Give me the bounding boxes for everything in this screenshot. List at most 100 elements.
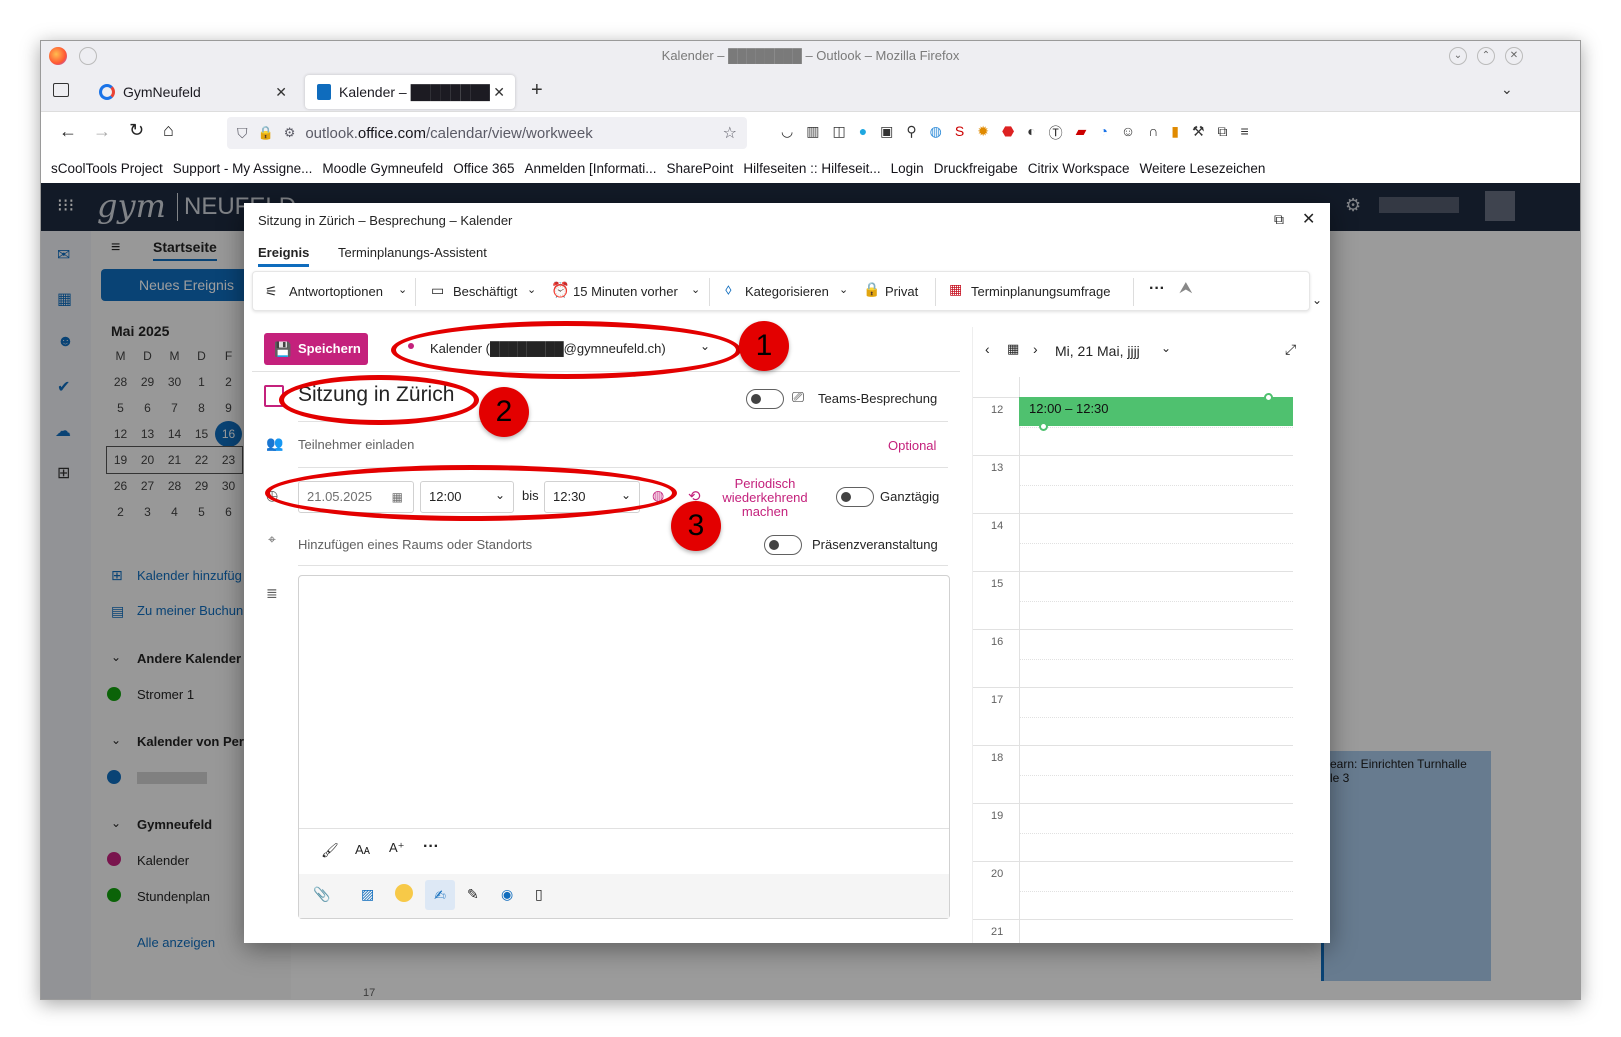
prev-day-icon[interactable]: ‹ <box>985 341 990 357</box>
bookmark-moodle[interactable]: Moodle Gymneufeld <box>322 161 443 176</box>
location-input[interactable]: Hinzufügen eines Raums oder Standorts <box>298 537 532 552</box>
sun-ext-icon[interactable]: ✹ <box>977 123 989 143</box>
extensions-icon[interactable]: ⧉ <box>1218 123 1228 143</box>
loop-icon[interactable]: ◉ <box>501 886 513 903</box>
bookmark-anmelden[interactable]: Anmelden [Informati... <box>524 161 656 176</box>
home-icon[interactable]: ⌂ <box>163 120 174 141</box>
badge-ext-icon[interactable]: ▮ <box>1171 123 1179 143</box>
s-ext-icon[interactable]: S <box>955 123 964 143</box>
window-menu-icon[interactable] <box>79 47 97 65</box>
private-button[interactable]: Privat <box>885 284 918 299</box>
close-tab-icon[interactable]: ✕ <box>275 84 287 101</box>
bookmark-support[interactable]: Support - My Assigne... <box>173 161 313 176</box>
tools-ext-icon[interactable]: ⚒ <box>1192 123 1205 143</box>
menu-icon[interactable]: ≡ <box>1241 123 1249 143</box>
apps-insert-icon[interactable]: ▯ <box>535 886 543 903</box>
editor-icon[interactable]: ✍ <box>425 880 455 910</box>
font-size-icon[interactable]: Aᴀ <box>355 842 370 857</box>
chevron-down-icon: ⌄ <box>527 284 537 296</box>
emoji-icon[interactable] <box>395 884 413 902</box>
url-bar[interactable]: ⛉ 🔒 ⚙ outlook. office.com/calendar/view/w… <box>227 117 747 149</box>
pop-out-icon[interactable]: ⧉ <box>1274 211 1284 228</box>
bookmark-hilfeseiten[interactable]: Hilfeseiten :: Hilfeseit... <box>743 161 880 176</box>
response-options-button[interactable]: Antwortoptionen <box>289 284 383 299</box>
save-button[interactable]: 💾 Speichern <box>264 333 368 365</box>
sync-icon[interactable]: ● <box>859 123 867 143</box>
close-dialog-icon[interactable]: ✕ <box>1302 209 1315 229</box>
reminder-button[interactable]: 15 Minuten vorher <box>573 284 678 299</box>
optional-attendees-link[interactable]: Optional <box>888 438 936 453</box>
tab-kalender[interactable]: Kalender – ████████ ✕ <box>305 75 515 109</box>
make-recurring-button[interactable]: Periodisch wiederkehrend machen <box>714 477 816 519</box>
resize-handle-bottom[interactable] <box>1039 422 1048 431</box>
event-block[interactable]: 12:00 – 12:30 <box>1019 393 1293 431</box>
format-painter-icon[interactable]: 🖌 <box>321 842 339 859</box>
maximize-icon[interactable]: ⌃ <box>1477 47 1495 65</box>
arch-ext-icon[interactable]: ∩ <box>1148 123 1158 143</box>
hour-slot[interactable]: 13 <box>973 455 1293 513</box>
close-tab-icon[interactable]: ✕ <box>493 84 505 101</box>
hour-label: 18 <box>991 752 1004 764</box>
signature-icon[interactable]: ✎ <box>467 886 479 903</box>
hour-slot[interactable]: 20 <box>973 861 1293 919</box>
user-ext-icon[interactable]: ☺ <box>1121 123 1135 143</box>
busy-status-button[interactable]: Beschäftigt <box>453 284 517 299</box>
hour-slot[interactable]: 16 <box>973 629 1293 687</box>
hour-slot[interactable]: 17 <box>973 687 1293 745</box>
teams-toggle[interactable] <box>746 389 784 409</box>
hour-slot[interactable]: 18 <box>973 745 1293 803</box>
expand-icon[interactable]: ⤢ <box>1285 341 1296 358</box>
today-icon[interactable]: ▦ <box>1007 341 1019 357</box>
t-ext-icon[interactable]: Ⓣ <box>1049 123 1063 143</box>
globe-ext-icon[interactable]: ◍ <box>930 123 942 143</box>
c-ext-icon[interactable]: ◔ <box>1099 123 1107 143</box>
all-day-toggle[interactable] <box>836 487 874 507</box>
hour-slot[interactable]: 19 <box>973 803 1293 861</box>
bookmark-citrix[interactable]: Citrix Workspace <box>1028 161 1130 176</box>
hour-slot[interactable]: 21 <box>973 919 1293 943</box>
pdf-ext-icon[interactable]: ▰ <box>1076 123 1087 143</box>
attach-icon[interactable]: 📎 <box>313 886 330 903</box>
body-editor[interactable]: 🖌 Aᴀ A⁺ ··· 📎 ▨ ✍ ✎ ◉ ▯ <box>298 575 950 919</box>
sidebar-icon[interactable]: ◫ <box>832 123 845 143</box>
bookmark-druckfreigabe[interactable]: Druckfreigabe <box>934 161 1018 176</box>
hour-slot[interactable]: 14 <box>973 513 1293 571</box>
back-icon[interactable]: ← <box>59 121 77 142</box>
bookmark-office365[interactable]: Office 365 <box>453 161 514 176</box>
ghost-ext-icon[interactable]: ◐ <box>1027 123 1035 143</box>
forward-icon[interactable]: → <box>93 121 111 142</box>
list-tabs-icon[interactable]: ⌄ <box>1501 81 1513 98</box>
event-time-label: 12:00 – 12:30 <box>1029 401 1109 416</box>
bookmark-sharepoint[interactable]: SharePoint <box>667 161 734 176</box>
in-person-toggle[interactable] <box>764 535 802 555</box>
bookmark-star-icon[interactable]: ☆ <box>723 123 737 143</box>
tab-overview-icon[interactable] <box>53 83 69 97</box>
minimize-icon[interactable]: ⌄ <box>1449 47 1467 65</box>
pocket-icon[interactable]: ◡ <box>781 123 793 143</box>
tab-ereignis[interactable]: Ereignis <box>258 245 310 267</box>
tab-gymneufeld[interactable]: GymNeufeld ✕ <box>87 75 297 109</box>
adblock-icon[interactable]: ⬣ <box>1002 123 1014 143</box>
bookmark-scooltools[interactable]: sCoolTools Project <box>51 161 163 176</box>
hour-slot[interactable]: 15 <box>973 571 1293 629</box>
new-tab-button[interactable]: + <box>531 79 543 102</box>
bookmark-more-folder[interactable]: Weitere Lesezeichen <box>1140 161 1266 176</box>
next-day-icon[interactable]: › <box>1033 341 1038 357</box>
search-ext-icon[interactable]: ⚲ <box>906 123 916 143</box>
tab-scheduling-assistant[interactable]: Terminplanungs-Assistent <box>338 245 487 260</box>
notes-icon[interactable]: ▣ <box>880 123 893 143</box>
invite-attendees-input[interactable]: Teilnehmer einladen <box>298 437 414 452</box>
resize-handle-top[interactable] <box>1264 393 1273 402</box>
close-window-icon[interactable]: ✕ <box>1505 47 1523 65</box>
day-header[interactable]: Mi, 21 Mai, jjjj <box>1055 343 1140 359</box>
expand-toolbar-icon[interactable]: ⌄ <box>1312 293 1322 307</box>
image-icon[interactable]: ▨ <box>361 886 374 903</box>
more-options-button[interactable]: ··· <box>1149 280 1165 298</box>
library-icon[interactable]: ▥ <box>806 123 819 143</box>
reload-icon[interactable]: ↻ <box>129 120 144 141</box>
more-formatting-button[interactable]: ··· <box>423 838 439 856</box>
grow-font-icon[interactable]: A⁺ <box>389 840 405 856</box>
bookmark-login[interactable]: Login <box>891 161 924 176</box>
categorize-button[interactable]: Kategorisieren <box>745 284 829 299</box>
scheduling-poll-button[interactable]: Terminplanungsumfrage <box>971 284 1110 299</box>
